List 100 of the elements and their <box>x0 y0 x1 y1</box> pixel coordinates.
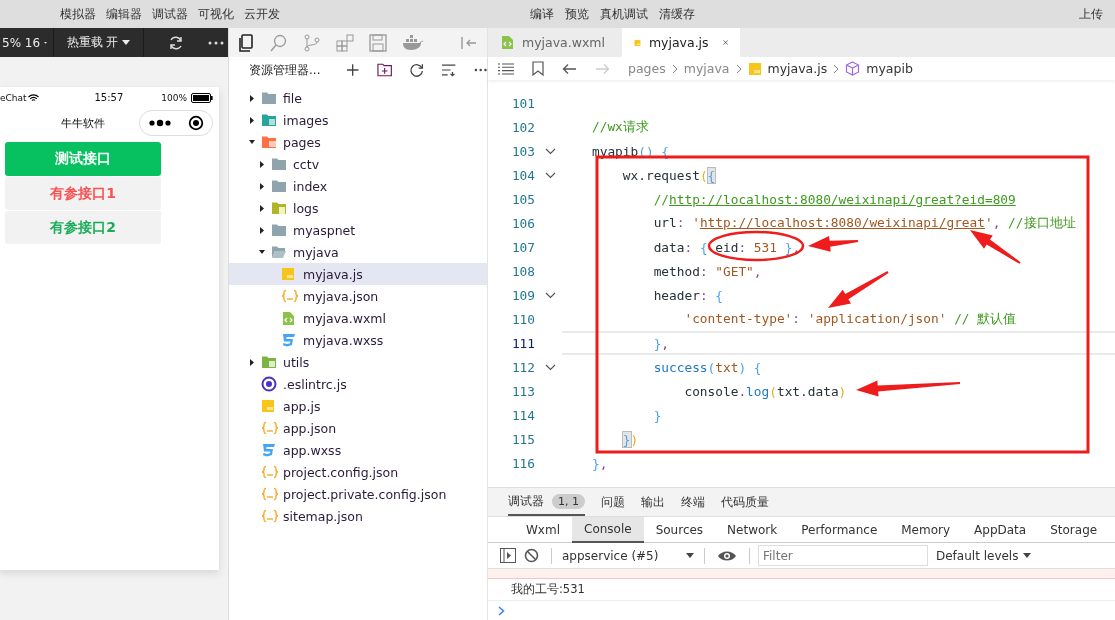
collapsed-arrow-icon <box>259 182 265 190</box>
line-number: 102 <box>510 119 535 135</box>
editor-tab[interactable]: myjava.wxml <box>488 28 622 57</box>
panel-tab[interactable]: 代码质量 <box>721 488 769 516</box>
code-line: header: { <box>652 287 723 303</box>
filter-field[interactable]: Filter <box>758 545 928 566</box>
code-file-icon <box>500 35 514 50</box>
fold-chevron-icon[interactable] <box>544 147 556 155</box>
panel-tab[interactable]: 输出 <box>641 488 665 516</box>
clear-icon[interactable] <box>524 548 539 563</box>
files-icon[interactable] <box>237 33 255 52</box>
menu-item[interactable]: 编辑器 <box>106 5 142 23</box>
devtools-tab[interactable]: Network <box>715 516 790 543</box>
devtools-tab[interactable]: Sources <box>643 516 716 543</box>
breadcrumb-item[interactable]: myapib <box>845 61 913 76</box>
refresh-icon[interactable] <box>409 62 425 78</box>
devtools-tab[interactable]: Memory <box>889 516 963 543</box>
wifi-icon <box>27 93 39 102</box>
folder-icon <box>261 135 277 149</box>
tree-item[interactable]: app.js <box>229 395 487 417</box>
toolbar-item[interactable]: 编译 <box>530 5 554 23</box>
tree-item[interactable]: app.json <box>229 417 487 439</box>
line-number: 114 <box>510 407 535 423</box>
breadcrumb-item[interactable]: pages <box>628 61 666 76</box>
close-icon[interactable] <box>722 37 728 48</box>
close-target-icon[interactable] <box>187 115 204 131</box>
fold-chevron-icon[interactable] <box>544 171 556 179</box>
tree-item[interactable]: myaspnet <box>229 219 487 241</box>
css-file-icon <box>261 443 276 457</box>
menu-item[interactable]: 调试器 <box>152 5 188 23</box>
tree-item[interactable]: myjava.wxml <box>229 307 487 329</box>
back-arrow-icon[interactable] <box>562 62 577 75</box>
tree-item[interactable]: myjava <box>229 241 487 263</box>
caret-icon <box>686 552 694 559</box>
line-number: 108 <box>510 263 535 279</box>
levels-dropdown[interactable]: Default levels <box>936 548 1032 563</box>
arrow-annotation <box>970 230 1021 264</box>
tree-item[interactable]: cctv <box>229 153 487 175</box>
editor-tab[interactable]: myjava.js <box>622 28 740 57</box>
sidebar-toggle-icon[interactable] <box>500 548 516 563</box>
whale-icon[interactable] <box>402 34 424 51</box>
devtools-tab[interactable]: Storage <box>1038 516 1110 543</box>
toolbar-item[interactable]: 预览 <box>565 5 589 23</box>
tree-item[interactable]: .eslintrc.js <box>229 373 487 395</box>
menu-item[interactable]: 云开发 <box>244 5 280 23</box>
panel-tab[interactable]: 终端 <box>681 488 705 516</box>
tree-item[interactable]: app.wxss <box>229 439 487 461</box>
more-icon[interactable] <box>208 40 224 45</box>
breadcrumb-item[interactable]: myjava <box>683 61 730 76</box>
menu-item[interactable]: 可视化 <box>198 5 234 23</box>
json-file-icon <box>261 509 279 523</box>
tree-item[interactable]: myjava.wxss <box>229 329 487 351</box>
list-icon[interactable] <box>498 62 514 75</box>
tree-item[interactable]: logs <box>229 197 487 219</box>
tree-item[interactable]: images <box>229 109 487 131</box>
eye-icon[interactable] <box>717 549 737 562</box>
toolbar-item[interactable]: 真机调试 <box>600 5 648 23</box>
explorer-title: 资源管理器... <box>249 61 322 79</box>
tree-item[interactable]: pages <box>229 131 487 153</box>
devtools-tab[interactable]: Console <box>572 516 644 543</box>
menu-item[interactable]: 模拟器 <box>60 5 96 23</box>
tree-item[interactable]: project.private.config.json <box>229 483 487 505</box>
add-file-icon[interactable] <box>346 63 360 77</box>
devtools-tab[interactable]: AppData <box>962 516 1039 543</box>
chevron-right-icon <box>735 63 742 74</box>
battery-icon <box>191 92 213 103</box>
js-file-icon <box>747 61 762 76</box>
collapse-all-icon[interactable] <box>441 63 457 77</box>
devtools-tab[interactable]: Wxml <box>514 516 572 543</box>
tree-item[interactable]: project.config.json <box>229 461 487 483</box>
carrier-label: eChat <box>0 92 27 103</box>
page-title: 牛牛软件 <box>61 115 105 131</box>
tree-item[interactable]: utils <box>229 351 487 373</box>
collapse-panel-icon[interactable] <box>461 35 477 50</box>
folder-icon <box>271 157 287 171</box>
upload-button[interactable]: 上传 <box>1079 5 1103 23</box>
prompt-chevron-icon[interactable] <box>498 606 505 616</box>
refresh-icon[interactable] <box>168 34 184 51</box>
bookmark-icon[interactable] <box>532 61 544 76</box>
panel-tab[interactable]: 问题 <box>601 488 625 516</box>
new-folder-icon[interactable] <box>376 63 392 77</box>
toolbar-item[interactable]: 清缓存 <box>659 5 695 23</box>
more-icon[interactable] <box>473 68 487 72</box>
tree-item[interactable]: index <box>229 175 487 197</box>
breadcrumb-item[interactable]: myjava.js <box>747 61 828 76</box>
tree-item[interactable]: sitemap.json <box>229 505 487 527</box>
code-line: wx.request({ <box>621 167 716 183</box>
tree-item[interactable]: myjava.js <box>229 263 487 285</box>
fold-chevron-icon[interactable] <box>544 363 556 371</box>
folder-icon <box>261 91 277 105</box>
tree-item[interactable]: file <box>229 87 487 109</box>
count-badge: 1, 1 <box>552 493 585 509</box>
collapsed-arrow-icon <box>259 204 265 212</box>
caret-icon <box>122 39 131 46</box>
devtools-tab[interactable]: Performance <box>789 516 890 543</box>
search-icon[interactable] <box>270 33 288 52</box>
context-dropdown[interactable]: appservice (#5) <box>560 548 696 563</box>
more-icon[interactable] <box>148 119 171 127</box>
fold-chevron-icon[interactable] <box>544 291 556 299</box>
tree-item[interactable]: myjava.json <box>229 285 487 307</box>
